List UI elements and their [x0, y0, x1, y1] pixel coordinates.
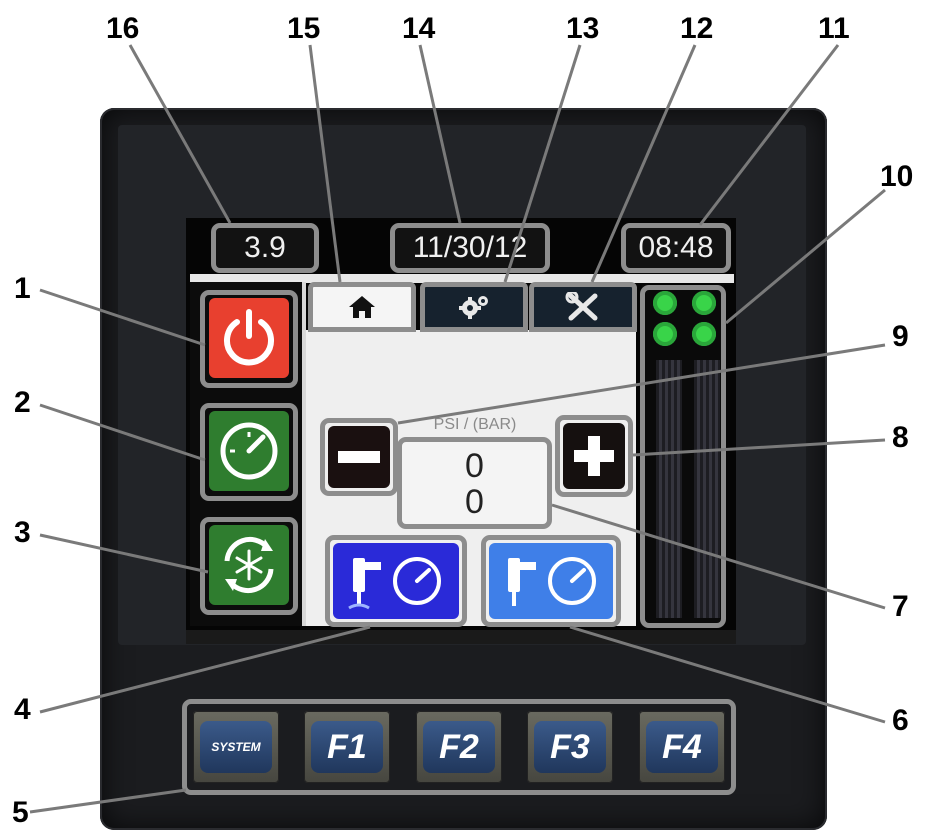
callout-12: 12 — [680, 12, 714, 45]
time-text: 08:48 — [638, 231, 714, 264]
plus-icon — [574, 436, 614, 476]
tab-tools[interactable] — [529, 282, 637, 332]
spray-mode-button-1[interactable] — [333, 543, 459, 619]
callout-16: 16 — [106, 12, 140, 45]
tab-home[interactable] — [308, 282, 416, 332]
status-led-1 — [653, 291, 677, 315]
spray-mode-button-2[interactable] — [489, 543, 613, 619]
pressure-mode-button[interactable] — [209, 411, 289, 491]
system-key[interactable]: SYSTEM — [193, 711, 279, 783]
callout-13: 13 — [566, 12, 600, 45]
power-icon — [224, 309, 274, 366]
pressure-display: 0 0 — [397, 437, 552, 529]
tab-settings[interactable] — [420, 282, 528, 332]
status-led-4 — [692, 322, 716, 346]
callout-14: 14 — [402, 12, 436, 45]
f4-key-label: F4 — [646, 721, 718, 773]
pressure-units-label: PSI / (BAR) — [433, 416, 517, 433]
callout-9: 9 — [892, 320, 909, 353]
system-key-label: SYSTEM — [200, 721, 272, 773]
power-button[interactable] — [209, 298, 289, 378]
f1-key-label: F1 — [311, 721, 383, 773]
decrease-button[interactable] — [328, 426, 390, 488]
callout-1: 1 — [14, 272, 31, 305]
home-icon — [349, 296, 375, 318]
date-text: 11/30/12 — [412, 231, 528, 264]
pressure-readout-field: 3.9 — [211, 223, 319, 273]
callout-10: 10 — [880, 160, 914, 193]
tools-icon — [565, 292, 598, 321]
gears-icon — [459, 296, 488, 319]
time-field: 08:48 — [621, 223, 731, 273]
level-bar-right — [694, 360, 720, 618]
callout-3: 3 — [14, 516, 31, 549]
increase-button[interactable] — [563, 423, 625, 489]
gauge-icon — [220, 422, 278, 480]
spray-gun-gauge-icon — [348, 557, 441, 610]
f3-key-label: F3 — [534, 721, 606, 773]
screen-lower-edge — [186, 630, 736, 644]
minus-icon — [338, 451, 380, 463]
date-field: 11/30/12 — [390, 223, 550, 273]
f4-key[interactable]: F4 — [639, 711, 725, 783]
callout-6: 6 — [892, 704, 909, 737]
f2-key[interactable]: F2 — [416, 711, 502, 783]
bar-value: 0 — [465, 483, 484, 521]
spray-gun-gauge-icon — [508, 557, 596, 606]
snowflake-cycle-icon — [224, 536, 274, 594]
f3-key[interactable]: F3 — [527, 711, 613, 783]
callout-11: 11 — [818, 12, 850, 45]
callout-8: 8 — [892, 421, 909, 454]
callout-4: 4 — [14, 693, 31, 726]
status-led-3 — [653, 322, 677, 346]
pressure-readout: 3.9 — [244, 231, 286, 264]
level-bar-left — [656, 360, 682, 618]
callout-15: 15 — [287, 12, 321, 45]
callout-2: 2 — [14, 386, 31, 419]
f1-key[interactable]: F1 — [304, 711, 390, 783]
psi-value: 0 — [465, 447, 484, 485]
snowflake-cycle-button[interactable] — [209, 525, 289, 605]
callout-5: 5 — [12, 796, 29, 829]
status-led-2 — [692, 291, 716, 315]
callout-7: 7 — [892, 590, 909, 623]
f2-key-label: F2 — [423, 721, 495, 773]
